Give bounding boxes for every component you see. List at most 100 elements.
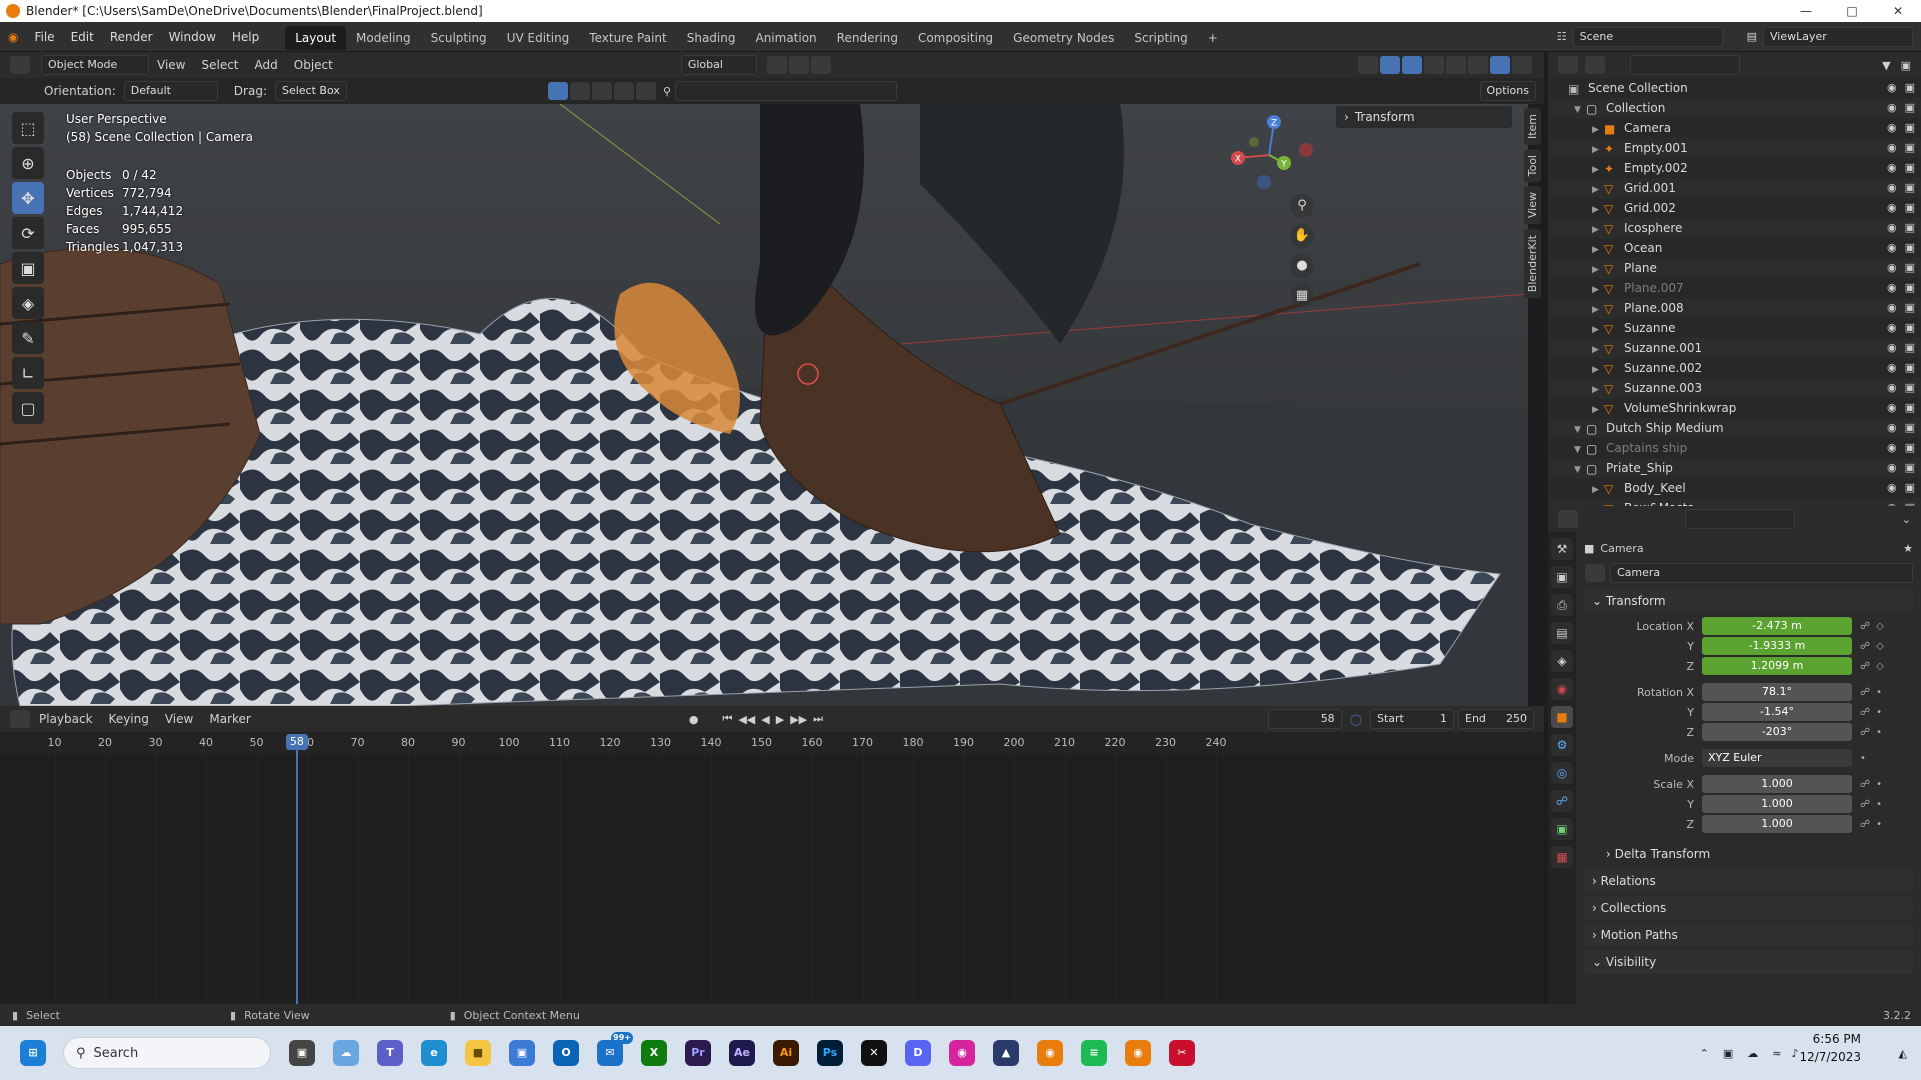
menu-select[interactable]: Select <box>193 58 246 72</box>
outliner-item-collection[interactable]: ▼ ▢ Collection ◉ ▣ <box>1548 98 1921 118</box>
maximize-icon[interactable]: □ <box>1829 0 1875 22</box>
outliner-item-suzanne-002[interactable]: ▶ ▽ Suzanne.002 ◉ ▣ <box>1548 358 1921 378</box>
constraint-props-icon[interactable]: ☍ <box>1551 790 1573 812</box>
snipping-tool-icon[interactable]: ✂ <box>1169 1040 1195 1066</box>
render-camera-icon[interactable]: ▣ <box>1905 78 1915 98</box>
tab-texture-paint[interactable]: Texture Paint <box>579 26 676 50</box>
render-camera-icon[interactable]: ▣ <box>1905 438 1915 458</box>
menu-window[interactable]: Window <box>161 22 224 52</box>
chevron-down-icon[interactable]: ▼ <box>1574 460 1586 480</box>
select-invert-icon[interactable] <box>613 82 634 100</box>
viewport-search-input[interactable] <box>675 81 898 101</box>
scene-selector[interactable]: Scene <box>1572 26 1723 47</box>
chevron-right-icon[interactable]: ▶ <box>1592 280 1604 300</box>
solid-shading-icon[interactable] <box>1468 56 1488 74</box>
transform-section[interactable]: ⌄ Transform <box>1584 589 1913 613</box>
editor-type-icon[interactable] <box>10 56 30 74</box>
eye-icon[interactable]: ◉ <box>1887 138 1897 158</box>
proportional-edit-icon[interactable] <box>810 56 831 74</box>
tray-onedrive-icon[interactable]: ☁ <box>1747 1047 1758 1060</box>
properties-search-input[interactable] <box>1685 509 1796 529</box>
start-frame-field[interactable]: Start 1 <box>1370 709 1454 729</box>
discord-icon[interactable]: D <box>905 1040 931 1066</box>
jump-start-icon[interactable]: ⏮ <box>722 712 732 726</box>
close-icon[interactable]: ✕ <box>1875 0 1921 22</box>
lock-icon[interactable]: ☍• <box>1860 779 1888 790</box>
eye-icon[interactable]: ◉ <box>1887 278 1897 298</box>
menu-object[interactable]: Object <box>286 58 341 72</box>
snap-icon[interactable] <box>788 56 809 74</box>
timeline-area[interactable] <box>0 754 1544 1004</box>
render-camera-icon[interactable]: ▣ <box>1905 338 1915 358</box>
render-camera-icon[interactable]: ▣ <box>1905 158 1915 178</box>
rotation-mode-selector[interactable]: XYZ Euler <box>1702 749 1852 767</box>
eye-icon[interactable]: ◉ <box>1887 338 1897 358</box>
eye-icon[interactable]: ◉ <box>1887 298 1897 318</box>
edge-icon[interactable]: e <box>421 1040 447 1066</box>
minimize-icon[interactable]: — <box>1783 0 1829 22</box>
tray-app-icon[interactable]: ▣ <box>1723 1047 1733 1060</box>
widgets-icon[interactable]: ☁ <box>333 1040 359 1066</box>
lock-icon[interactable]: ☍• <box>1860 819 1888 830</box>
eye-icon[interactable]: ◉ <box>1887 98 1897 118</box>
chevron-right-icon[interactable]: ▶ <box>1592 220 1604 240</box>
capcut-icon[interactable]: ✕ <box>861 1040 887 1066</box>
annotate-tool-icon[interactable]: ✎ <box>12 322 44 354</box>
xbox-icon[interactable]: X <box>641 1040 667 1066</box>
options-button[interactable]: Options <box>1479 81 1536 101</box>
premiere-icon[interactable]: Pr <box>685 1040 711 1066</box>
windows-start-icon[interactable]: ⊞ <box>20 1040 46 1066</box>
eye-icon[interactable]: ◉ <box>1887 458 1897 478</box>
play-reverse-icon[interactable]: ◀ <box>761 713 769 726</box>
visibility-section[interactable]: ⌄ Visibility <box>1584 950 1913 974</box>
tab-compositing[interactable]: Compositing <box>908 26 1003 50</box>
eye-icon[interactable]: ◉ <box>1887 418 1897 438</box>
eye-icon[interactable]: ◉ <box>1887 218 1897 238</box>
chevron-right-icon[interactable]: ▶ <box>1592 260 1604 280</box>
chevron-right-icon[interactable]: ▶ <box>1592 480 1604 500</box>
timeline-ruler[interactable]: 1020304050607080901001101201301401501601… <box>0 732 1544 754</box>
chevron-right-icon[interactable]: ▶ <box>1592 140 1604 160</box>
render-camera-icon[interactable]: ▣ <box>1905 238 1915 258</box>
menu-file[interactable]: File <box>26 22 62 52</box>
eye-icon[interactable]: ◉ <box>1887 498 1897 506</box>
pan-hand-icon[interactable]: ✋ <box>1290 224 1314 248</box>
outliner-item-plane[interactable]: ▶ ▽ Plane ◉ ▣ <box>1548 258 1921 278</box>
object-props-icon[interactable]: ■ <box>1551 706 1573 728</box>
lock-icon[interactable]: ☍◇ <box>1860 661 1890 672</box>
timeline-editor-type-icon[interactable] <box>10 710 30 728</box>
lock-icon[interactable]: ☍◇ <box>1860 621 1890 632</box>
eye-icon[interactable]: ◉ <box>1887 78 1897 98</box>
eye-icon[interactable]: ◉ <box>1887 238 1897 258</box>
render-camera-icon[interactable]: ▣ <box>1905 138 1915 158</box>
tab-scripting[interactable]: Scripting <box>1124 26 1197 50</box>
lock-icon[interactable]: ☍• <box>1860 727 1888 738</box>
chevron-right-icon[interactable]: ▶ <box>1592 200 1604 220</box>
file-explorer-icon[interactable]: ■ <box>465 1040 491 1066</box>
chevron-right-icon[interactable]: ▶ <box>1592 240 1604 260</box>
visibility-icon[interactable] <box>1358 56 1378 74</box>
outlook-icon[interactable]: O <box>553 1040 579 1066</box>
chevron-down-icon[interactable]: ▼ <box>1574 440 1586 460</box>
tab-uv-editing[interactable]: UV Editing <box>497 26 580 50</box>
delta-transform-section[interactable]: › Delta Transform <box>1584 842 1913 866</box>
outliner-item-empty-002[interactable]: ▶ ✦ Empty.002 ◉ ▣ <box>1548 158 1921 178</box>
outliner-editor-type-icon[interactable] <box>1558 56 1578 74</box>
new-collection-icon[interactable]: ▣ <box>1901 59 1911 72</box>
search-icon[interactable]: ⚲ <box>663 85 671 98</box>
render-camera-icon[interactable]: ▣ <box>1905 378 1915 398</box>
chevron-right-icon[interactable]: ▶ <box>1592 160 1604 180</box>
blender-menu-icon[interactable]: ◉ <box>0 22 26 52</box>
outliner-item-plane-008[interactable]: ▶ ▽ Plane.008 ◉ ▣ <box>1548 298 1921 318</box>
end-frame-field[interactable]: End 250 <box>1458 709 1534 729</box>
chevron-right-icon[interactable]: ▶ <box>1592 340 1604 360</box>
eye-icon[interactable]: ◉ <box>1887 378 1897 398</box>
scene-props-icon[interactable]: ◈ <box>1551 650 1573 672</box>
playhead-frame[interactable]: 58 <box>285 734 308 750</box>
selection-mode-icon[interactable] <box>547 82 568 100</box>
collections-section[interactable]: › Collections <box>1584 896 1913 920</box>
scene-icon[interactable]: ☷ <box>1557 30 1567 43</box>
spotify-icon[interactable]: ≡ <box>1081 1040 1107 1066</box>
tab-rendering[interactable]: Rendering <box>827 26 908 50</box>
outliner-item-empty-001[interactable]: ▶ ✦ Empty.001 ◉ ▣ <box>1548 138 1921 158</box>
